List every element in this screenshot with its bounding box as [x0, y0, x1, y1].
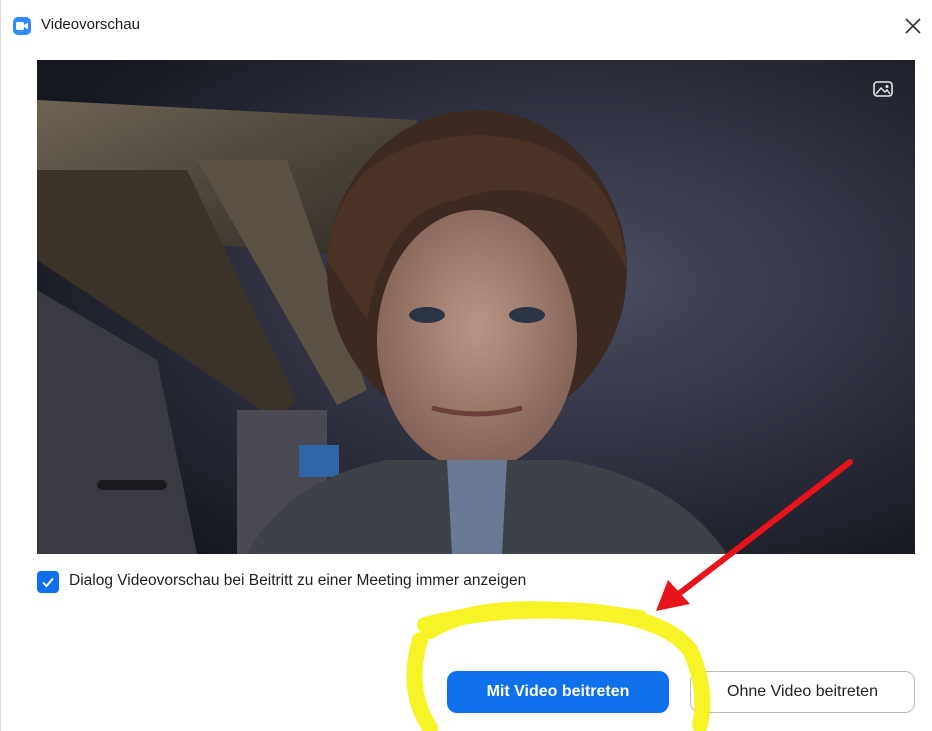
- camera-image: [37, 60, 915, 554]
- zoom-camera-icon: [13, 17, 31, 35]
- virtual-background-icon[interactable]: [873, 80, 893, 98]
- join-without-video-button[interactable]: Ohne Video beitreten: [690, 671, 915, 713]
- camera-preview: [37, 60, 915, 554]
- video-preview-dialog: Videovorschau Dialog Videovorschau bei B…: [0, 0, 932, 731]
- always-show-preview-label[interactable]: Dialog Videovorschau bei Beitritt zu ein…: [69, 572, 526, 590]
- close-icon[interactable]: [901, 14, 925, 38]
- window-title: Videovorschau: [41, 16, 140, 33]
- title-bar: Videovorschau: [1, 0, 932, 56]
- always-show-preview-checkbox[interactable]: [37, 571, 59, 593]
- join-with-video-button[interactable]: Mit Video beitreten: [447, 671, 669, 713]
